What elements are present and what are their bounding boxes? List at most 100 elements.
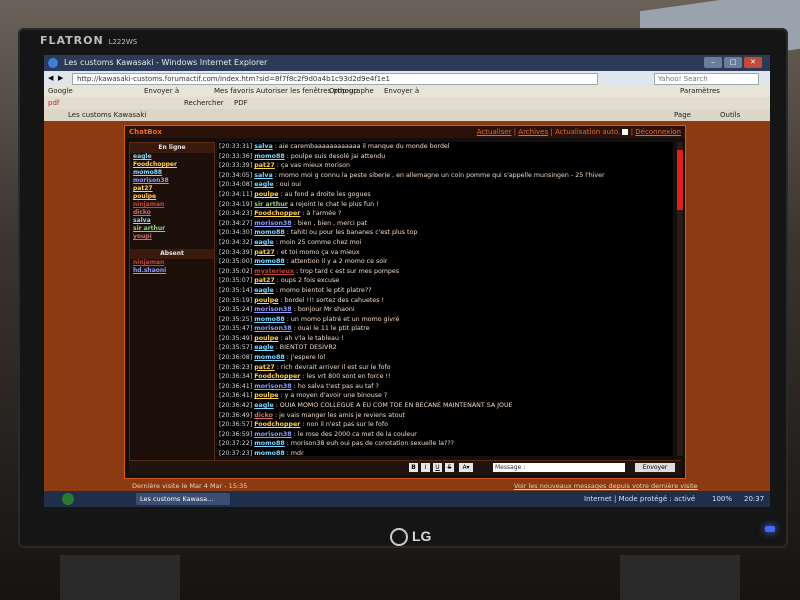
lg-logo-icon [390, 528, 408, 547]
message-author[interactable]: poulpe [254, 297, 278, 304]
message-author[interactable]: Foodchopper [254, 373, 300, 380]
auto-refresh-checkbox[interactable] [622, 129, 629, 135]
user-link[interactable]: momo88 [130, 169, 214, 177]
power-led [765, 526, 775, 532]
message-author[interactable]: momo88 [254, 229, 285, 236]
message-author[interactable]: salva [254, 143, 273, 150]
message-author[interactable]: momo88 [254, 440, 285, 447]
url-field[interactable]: http://kawasaki-customs.forumactif.com/i… [72, 73, 598, 85]
message-text: : ça vas mieux morison [274, 162, 350, 170]
send-button[interactable]: Envoyer [635, 463, 675, 472]
message-scrollbar[interactable] [677, 142, 683, 456]
new-messages-link[interactable]: Voir les nouveaux messages depuis votre … [514, 481, 698, 491]
message-author[interactable]: eagle [254, 239, 273, 246]
message-field[interactable]: Message : [493, 463, 625, 472]
message-author[interactable]: pat27 [254, 277, 275, 284]
message-author[interactable]: momo88 [254, 316, 285, 323]
toolbar-item-favorites[interactable]: Mes favoris [214, 85, 254, 97]
forward-icon[interactable]: ▶ [58, 71, 63, 85]
message-text: : j'espere lol [284, 354, 326, 362]
close-button[interactable]: ✕ [744, 57, 762, 68]
user-link[interactable]: ninjaman [130, 259, 214, 267]
message-author[interactable]: poulpe [254, 392, 278, 399]
message-author[interactable]: momo88 [254, 153, 285, 160]
user-link[interactable]: ninjaman [130, 201, 214, 209]
message-author[interactable]: poulpe [254, 335, 278, 342]
message-author[interactable]: eagle [254, 344, 273, 351]
user-link[interactable]: morison38 [130, 177, 214, 185]
user-link[interactable]: eagle [130, 153, 214, 161]
message-author[interactable]: morison38 [254, 383, 291, 390]
message-author[interactable]: pat27 [254, 162, 275, 169]
chat-message: [20:36:08] momo88 : j'espere lol [217, 353, 673, 363]
message-author[interactable]: eagle [254, 287, 273, 294]
chat-message: [20:36:41] morison38 : ho salva t'est pa… [217, 382, 673, 392]
message-author[interactable]: salva [254, 172, 273, 179]
message-author[interactable]: mysterieux [254, 268, 294, 275]
toolbar-item-send-to[interactable]: Envoyer à [144, 85, 179, 97]
message-author[interactable]: poulpe [254, 191, 278, 198]
page-menu[interactable]: Page [674, 109, 691, 121]
message-text: : non il n'est pas sur le fofo [300, 421, 388, 429]
start-button[interactable] [62, 493, 74, 505]
user-link[interactable]: Foodchopper [130, 161, 214, 169]
message-author[interactable]: sir arthur [254, 201, 288, 208]
message-text: : ho salva t'est pas au taf ? [291, 382, 379, 390]
message-author[interactable]: eagle [254, 402, 273, 409]
message-text: : ah v'la le tableau ! [278, 334, 344, 342]
message-author[interactable]: morison38 [254, 306, 291, 313]
toolbar-item-spelling[interactable]: Orthographe [329, 85, 374, 97]
message-author[interactable]: momo88 [254, 258, 285, 265]
ie-icon [48, 58, 58, 68]
message-author[interactable]: morison38 [254, 431, 291, 438]
auto-refresh-label: Actualisation auto. [554, 128, 621, 136]
refresh-link[interactable]: Actualiser [477, 128, 512, 136]
user-link[interactable]: salva [130, 217, 214, 225]
message-author[interactable]: momo88 [254, 450, 285, 456]
taskbar-item-browser[interactable]: Les customs Kawasa... [136, 493, 230, 505]
user-link[interactable]: poulpe [130, 193, 214, 201]
user-link[interactable]: dicko [130, 209, 214, 217]
user-link[interactable]: sir arthur [130, 225, 214, 233]
underline-button[interactable]: U [433, 463, 442, 472]
tab-les-customs[interactable]: Les customs Kawasaki [68, 109, 146, 121]
user-link[interactable]: pat27 [130, 185, 214, 193]
message-author[interactable]: morison38 [254, 325, 291, 332]
message-author[interactable]: Foodchopper [254, 421, 300, 428]
message-timestamp: [20:34:32] [219, 238, 253, 246]
chat-message: [20:34:23] Foodchopper : à l'armée ? [217, 209, 673, 219]
user-link[interactable]: hd.shaoni [130, 267, 214, 275]
chat-message: [20:34:32] eagle : moin 25 comme chez mo… [217, 238, 673, 248]
logout-link[interactable]: Déconnexion [635, 128, 681, 136]
chat-message: [20:37:22] momo88 : morison38 euh oui pa… [217, 439, 673, 449]
toolbar-item-google[interactable]: Google [48, 85, 73, 97]
message-author[interactable]: pat27 [254, 364, 275, 371]
search-input[interactable]: Yahoo! Search [654, 73, 759, 85]
pdf-search-button[interactable]: Rechercher [184, 97, 224, 109]
chat-message: [20:36:23] pat27 : rich devrait arriver … [217, 363, 673, 373]
italic-button[interactable]: I [421, 463, 430, 472]
back-icon[interactable]: ◀ [48, 71, 53, 85]
maximize-button[interactable]: □ [724, 57, 742, 68]
tools-menu[interactable]: Outils [720, 109, 740, 121]
minimize-button[interactable]: – [704, 57, 722, 68]
message-author[interactable]: momo88 [254, 354, 285, 361]
toolbar-item-settings[interactable]: Paramètres [680, 85, 720, 97]
bold-button[interactable]: B [409, 463, 418, 472]
strike-button[interactable]: S [445, 463, 454, 472]
zoom-level[interactable]: 100% [712, 491, 732, 507]
message-author[interactable]: eagle [254, 181, 273, 188]
archives-link[interactable]: Archives [518, 128, 548, 136]
message-timestamp: [20:35:47] [219, 325, 253, 333]
user-link[interactable]: youpi [130, 233, 214, 241]
message-author[interactable]: Foodchopper [254, 210, 300, 217]
message-author[interactable]: morison38 [254, 220, 291, 227]
message-author[interactable]: pat27 [254, 249, 275, 256]
message-author[interactable]: dicko [254, 412, 273, 419]
message-text: : bien , bien , merci pat [291, 219, 368, 227]
color-picker[interactable]: A▾ [459, 463, 473, 472]
right-speaker [620, 555, 740, 600]
scrollbar-thumb[interactable] [677, 150, 683, 210]
toolbar-item-send-to-2[interactable]: Envoyer à [384, 85, 419, 97]
pdf-button[interactable]: PDF [234, 97, 248, 109]
